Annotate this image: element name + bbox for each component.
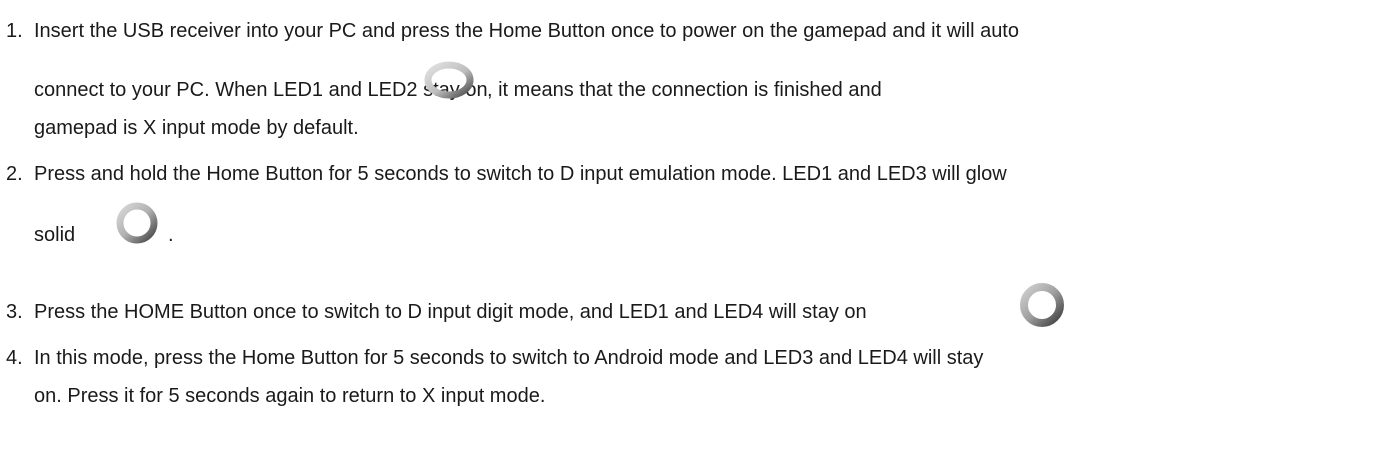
step-2-number: 2.: [6, 163, 23, 185]
led-ring-icon: [423, 58, 475, 102]
step-1-line-3: gamepad is X input mode by default.: [34, 117, 359, 139]
step-1-line-2: connect to your PC. When LED1 and LED2 s…: [34, 79, 488, 101]
step-2-line-2: solid: [34, 224, 76, 246]
step-2-line-2b: .: [168, 224, 174, 246]
step-3-line-1: Press the HOME Button once to switch to …: [34, 301, 867, 323]
step-3-number: 3.: [6, 301, 23, 323]
step-1-number: 1.: [6, 20, 23, 42]
step-1-line-2b: , it means that the connection is finish…: [487, 79, 882, 101]
led-ring-icon: [1016, 280, 1068, 330]
step-2-line-1: Press and hold the Home Button for 5 sec…: [34, 163, 1007, 185]
instruction-document: 1. Insert the USB receiver into your PC …: [0, 0, 1387, 463]
step-4-number: 4.: [6, 347, 23, 369]
step-1-line-1: Insert the USB receiver into your PC and…: [34, 20, 1019, 42]
step-4-line-2: on. Press it for 5 seconds again to retu…: [34, 385, 546, 407]
led-ring-icon: [113, 199, 161, 247]
step-4-line-1: In this mode, press the Home Button for …: [34, 347, 984, 369]
